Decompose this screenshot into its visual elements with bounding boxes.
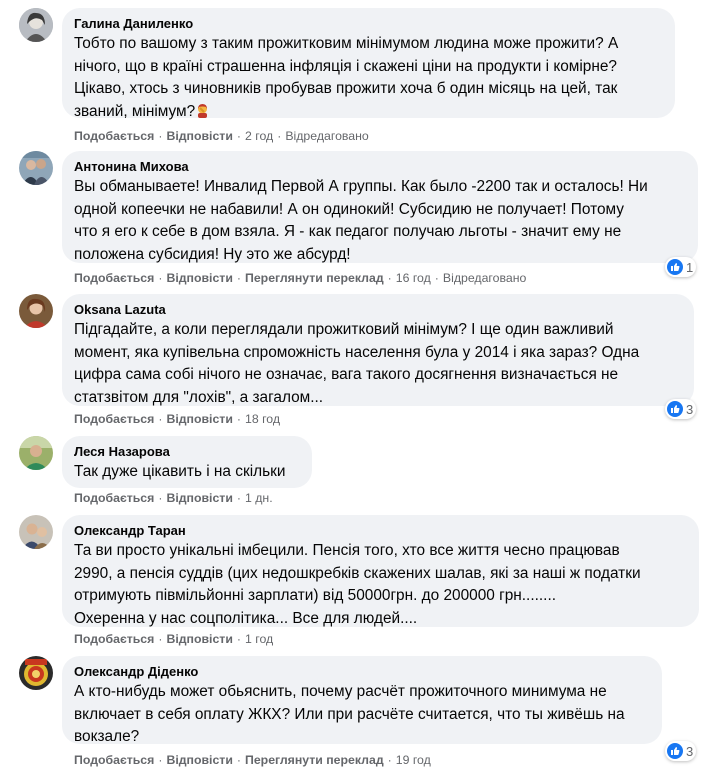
comment-actions: Подобається · Відповісти · 1 год xyxy=(74,632,274,646)
see-translation-link[interactable]: Переглянути переклад xyxy=(245,753,384,767)
avatar[interactable] xyxy=(19,436,53,470)
like-link[interactable]: Подобається xyxy=(74,632,154,646)
comment-actions: Подобається · Відповісти · Переглянути перек… xyxy=(74,753,431,767)
comment-time[interactable]: 19 год xyxy=(396,753,431,767)
comment-line: Охеренна у нас соцполітика... Все для лю… xyxy=(74,609,418,627)
reaction-number: 1 xyxy=(686,259,694,275)
comment-bubble: Олександр Діденко А кто-нибудь может обь… xyxy=(62,656,662,745)
comment-line: момент, яка купівельна спроможність насе… xyxy=(74,343,640,361)
comment-author[interactable]: Олександр Таран xyxy=(74,523,687,539)
avatar[interactable] xyxy=(19,8,53,42)
comment-author[interactable]: Антонина Михова xyxy=(74,159,686,175)
comment-time[interactable]: 1 год xyxy=(245,632,273,646)
comment-author[interactable]: Олександр Діденко xyxy=(74,664,650,680)
comment-line: положена субсидия! Ну это же абсурд! xyxy=(74,245,351,263)
reply-link[interactable]: Відповісти xyxy=(166,271,232,285)
reaction-number: 3 xyxy=(686,743,694,759)
comment-line: одной копеечки не набавили! А он одиноки… xyxy=(74,200,624,218)
comment-line: Підгадайте, а коли переглядали прожитков… xyxy=(74,321,614,338)
comment-text: Тобто по вашому з таким прожитковим міні… xyxy=(74,33,663,123)
reply-link[interactable]: Відповісти xyxy=(166,632,232,646)
comment-line: включает в себя оплату ЖКХ? Или при расч… xyxy=(74,705,625,723)
comment-line: Тобто по вашому з таким прожитковим міні… xyxy=(74,35,619,52)
avatar[interactable] xyxy=(19,656,53,690)
see-translation-link[interactable]: Переглянути переклад xyxy=(245,271,384,285)
comment-text: Вы обманываете! Инвалид Первой А группы.… xyxy=(74,176,686,266)
comment-bubble: Oksana Lazuta Підгадайте, а коли перегля… xyxy=(62,294,694,406)
like-reaction-icon xyxy=(667,743,683,759)
like-link[interactable]: Подобається xyxy=(74,412,154,426)
comment-time[interactable]: 16 год xyxy=(396,271,431,285)
comment-bubble: Леся Назарова Так дуже цікавить і на скі… xyxy=(62,436,312,488)
reply-link[interactable]: Відповісти xyxy=(166,412,232,426)
comment-line: Так дуже цікавить і на скільки xyxy=(74,463,286,480)
comment-line: Та ви просто унікальні імбецили. Пенсія … xyxy=(74,542,620,559)
reply-link[interactable]: Відповісти xyxy=(166,753,232,767)
reply-link[interactable]: Відповісти xyxy=(166,491,232,505)
comment-line: А кто-нибудь может обьяснить, почему рас… xyxy=(74,683,607,700)
comment-line: отримують півмільйонні зарплати) від 500… xyxy=(74,587,556,604)
reaction-count[interactable]: 3 xyxy=(665,741,697,761)
like-link[interactable]: Подобається xyxy=(74,491,154,505)
like-reaction-icon xyxy=(667,401,683,417)
like-reaction-icon xyxy=(667,259,683,275)
comment-line: вокзале? xyxy=(74,728,140,745)
comment-line: званий, мінімум? xyxy=(74,101,663,124)
comment-text: А кто-нибудь может обьяснить, почему рас… xyxy=(74,681,650,749)
comment-actions: Подобається · Відповісти · Переглянути перек… xyxy=(74,271,527,285)
avatar[interactable] xyxy=(19,151,53,185)
reply-link[interactable]: Відповісти xyxy=(166,129,232,143)
comment-line: цифра сама собі нічого не означає, вага … xyxy=(74,366,619,383)
comment-text: Підгадайте, а коли переглядали прожитков… xyxy=(74,319,682,409)
comment-actions: Подобається · Відповісти · 2 год · Відредагова… xyxy=(74,129,369,143)
comment-text: Так дуже цікавить і на скільки xyxy=(74,461,300,484)
comment-line: нічого, що в країні страшенна інфляція і… xyxy=(74,57,617,75)
like-link[interactable]: Подобається xyxy=(74,129,154,143)
reaction-count[interactable]: 3 xyxy=(665,399,697,419)
avatar[interactable] xyxy=(19,294,53,328)
comment-time[interactable]: 1 дн. xyxy=(245,491,273,505)
comment-bubble: Олександр Таран Та ви просто унікальні і… xyxy=(62,515,699,627)
avatar[interactable] xyxy=(19,515,53,549)
comment-time[interactable]: 18 год xyxy=(245,412,280,426)
edited-label: Відредаговано xyxy=(442,271,527,285)
reaction-number: 3 xyxy=(686,401,694,417)
edited-label: Відредаговано xyxy=(285,129,369,143)
comment-bubble: Антонина Михова Вы обманываете! Инвалид … xyxy=(62,151,698,263)
like-link[interactable]: Подобається xyxy=(74,271,154,285)
comment-line: что я его к себе в дом взяла. Я - как пе… xyxy=(74,223,622,240)
comment-text: Та ви просто унікальні імбецили. Пенсія … xyxy=(74,540,687,630)
comment-line: Вы обманываете! Инвалид Первой А группы.… xyxy=(74,178,648,195)
comment-line: 2990, а пенсія суддів (цих недошкребків … xyxy=(74,564,641,582)
comment-actions: Подобається · Відповісти · 1 дн. xyxy=(74,491,273,505)
comment-line: Цікаво, хтось з чиновників пробував прож… xyxy=(74,80,618,97)
person-facepalming-emoji xyxy=(195,103,210,118)
like-link[interactable]: Подобається xyxy=(74,753,154,767)
comment-actions: Подобається · Відповісти · 18 год xyxy=(74,412,281,426)
comment-line: статзвітом для "лохів", а загалом... xyxy=(74,388,324,406)
comment-time[interactable]: 2 год xyxy=(245,129,273,143)
comment-author[interactable]: Галина Даниленко xyxy=(74,16,663,32)
comment-author[interactable]: Леся Назарова xyxy=(74,444,300,460)
comment-bubble: Галина Даниленко Тобто по вашому з таким… xyxy=(62,8,675,120)
comment-author[interactable]: Oksana Lazuta xyxy=(74,302,682,318)
reaction-count[interactable]: 1 xyxy=(665,257,697,277)
